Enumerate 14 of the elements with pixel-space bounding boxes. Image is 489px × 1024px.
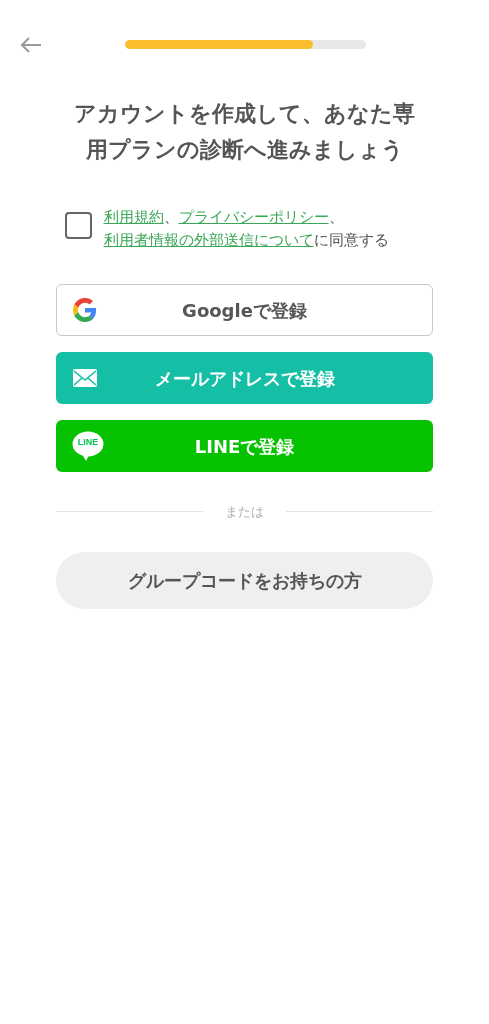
group-code-button[interactable]: グループコードをお持ちの方 bbox=[56, 551, 433, 609]
divider-label: または bbox=[224, 503, 265, 521]
signup-button[interactable]: Googleで登録 bbox=[56, 284, 433, 336]
envelope-icon bbox=[72, 368, 98, 388]
terms-link[interactable]: 利用規約 bbox=[103, 209, 164, 225]
terms-link[interactable]: 利用者情報の外部送信について bbox=[103, 232, 314, 248]
google-logo-icon bbox=[73, 298, 97, 322]
agreement-text: 利用規約、プライバシーポリシー、 利用者情報の外部送信について に同意する bbox=[103, 208, 390, 250]
page-title: アカウントを作成して、あなた専用プランの診断へ進みましょう bbox=[73, 100, 416, 164]
terms-link[interactable]: プライバシーポリシー bbox=[178, 209, 329, 225]
signup-button[interactable]: メールアドレスで登録 bbox=[56, 352, 433, 404]
agree-checkbox[interactable] bbox=[64, 212, 92, 239]
back-arrow-icon[interactable] bbox=[20, 36, 42, 54]
signup-button[interactable]: LINE LINEで登録 bbox=[56, 420, 433, 472]
